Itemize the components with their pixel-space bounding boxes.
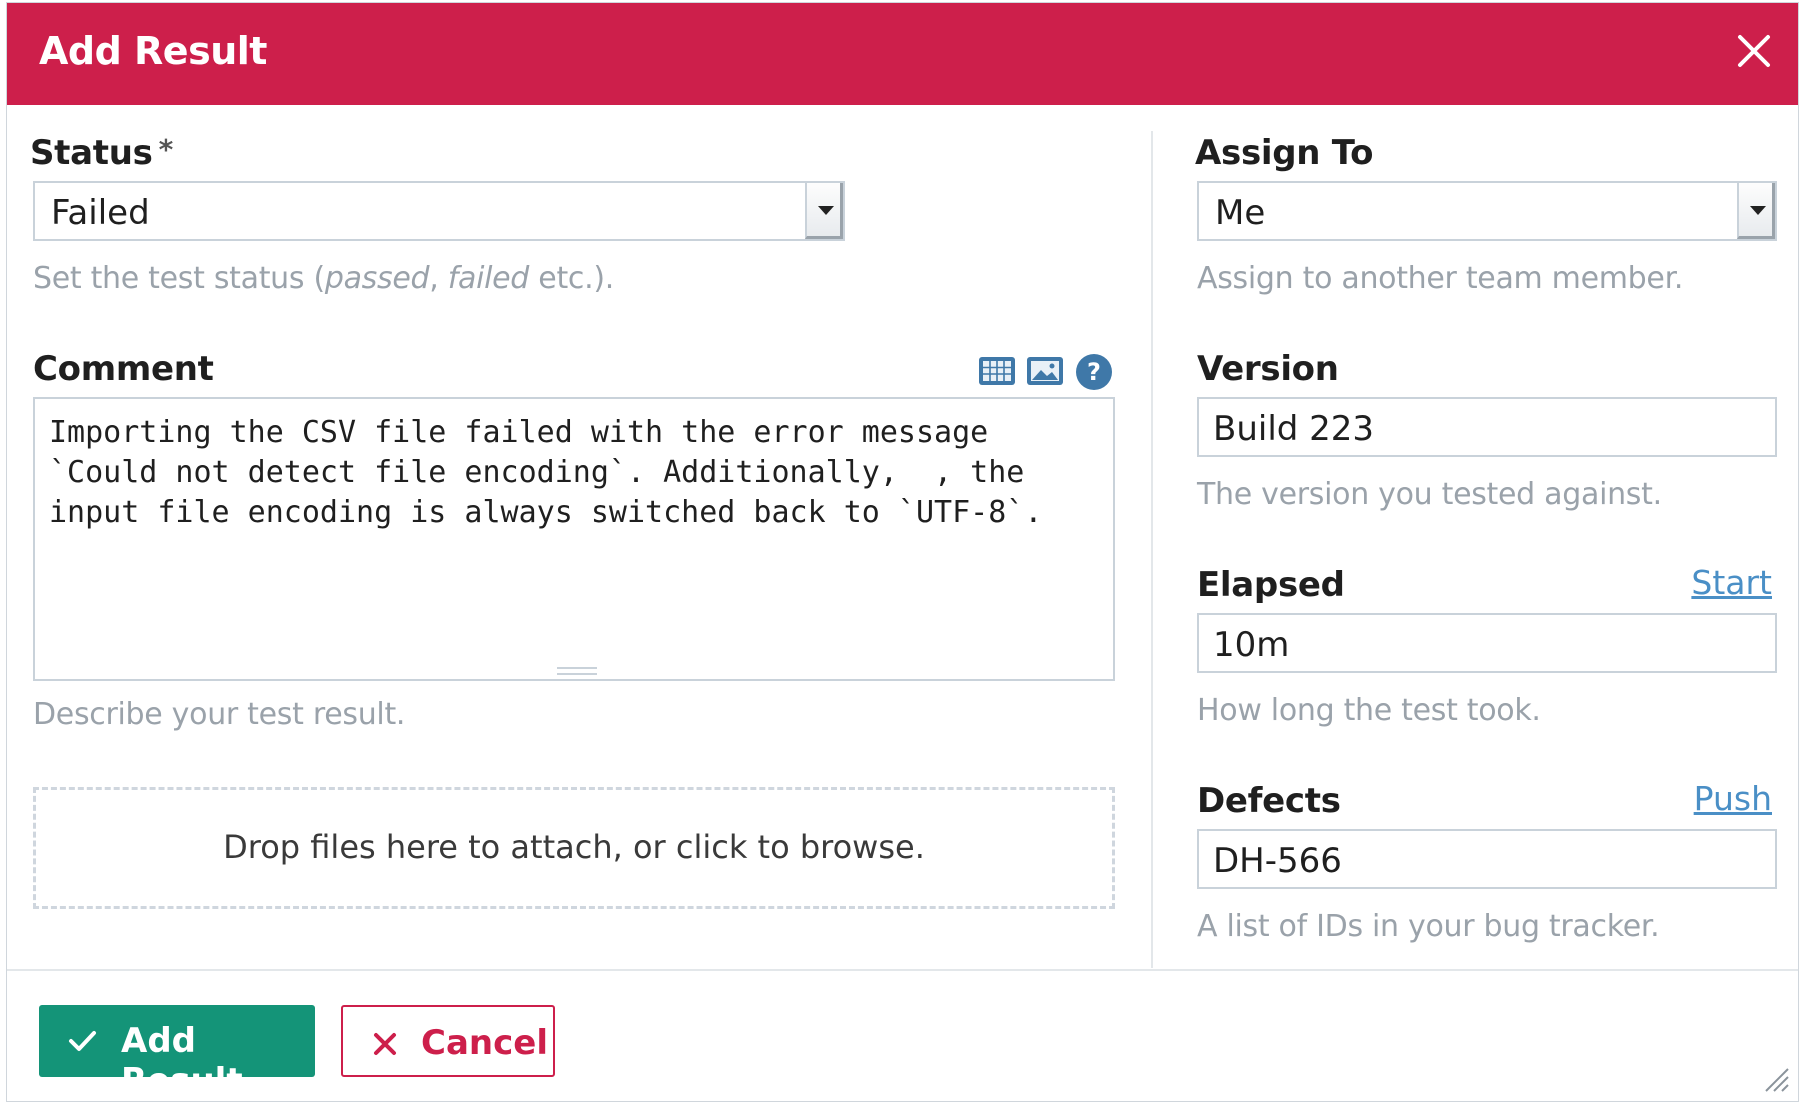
dialog-resize-handle[interactable] <box>1760 1063 1790 1093</box>
elapsed-hint: How long the test took. <box>1197 693 1541 728</box>
comment-label: Comment <box>33 349 214 389</box>
version-hint: The version you tested against. <box>1197 477 1662 512</box>
status-hint-suffix: etc.). <box>529 261 614 296</box>
required-mark: * <box>158 133 174 166</box>
status-hint: Set the test status (passed, failed etc.… <box>33 261 614 296</box>
assign-to-select[interactable]: Me <box>1197 181 1777 241</box>
assign-to-label: Assign To <box>1195 133 1374 173</box>
image-icon[interactable] <box>1025 353 1065 389</box>
status-label: Status * <box>30 133 173 173</box>
elapsed-input-value: 10m <box>1213 625 1290 665</box>
version-input[interactable]: Build 223 <box>1197 397 1777 457</box>
cancel-button-label: Cancel <box>421 1023 548 1063</box>
check-icon <box>67 1025 97 1065</box>
comment-hint: Describe your test result. <box>33 697 406 732</box>
status-label-text: Status <box>30 133 153 173</box>
column-divider <box>1151 131 1153 968</box>
defects-input[interactable]: DH-566 <box>1197 829 1777 889</box>
close-icon <box>371 1027 399 1067</box>
elapsed-label: Elapsed <box>1197 565 1345 605</box>
chevron-down-icon[interactable] <box>1737 183 1775 239</box>
svg-text:?: ? <box>1087 358 1101 386</box>
cancel-button[interactable]: Cancel <box>341 1005 555 1077</box>
status-select-value: Failed <box>51 193 150 233</box>
elapsed-input[interactable]: 10m <box>1197 613 1777 673</box>
chevron-down-icon[interactable] <box>805 183 843 239</box>
add-result-button[interactable]: Add Result <box>39 1005 315 1101</box>
push-defect-link[interactable]: Push <box>1694 779 1772 818</box>
help-icon[interactable]: ? <box>1075 353 1113 390</box>
status-hint-failed: failed <box>447 261 530 296</box>
assign-to-hint: Assign to another team member. <box>1197 261 1684 296</box>
version-label: Version <box>1197 349 1339 389</box>
add-result-dialog: Add Result Status * Failed Set the test s… <box>6 2 1799 1102</box>
status-hint-sep: , <box>429 261 448 296</box>
comment-text[interactable]: Importing the CSV file failed with the e… <box>49 413 1089 533</box>
footer-divider <box>7 969 1798 971</box>
defects-label: Defects <box>1197 781 1341 821</box>
defects-hint: A list of IDs in your bug tracker. <box>1197 909 1660 944</box>
textarea-resize-handle[interactable] <box>557 667 597 675</box>
start-timer-link[interactable]: Start <box>1691 563 1772 602</box>
defects-input-value: DH-566 <box>1213 841 1342 881</box>
comment-textarea[interactable]: Importing the CSV file failed with the e… <box>33 397 1115 681</box>
dialog-header: Add Result <box>7 3 1798 105</box>
status-select[interactable]: Failed <box>33 181 845 241</box>
status-hint-prefix: Set the test status <box>33 261 314 296</box>
close-icon[interactable] <box>1734 31 1774 71</box>
add-result-button-label: Add Result <box>121 1021 243 1101</box>
file-dropzone[interactable]: Drop files here to attach, or click to b… <box>33 787 1115 909</box>
dropzone-text: Drop files here to attach, or click to b… <box>223 828 925 866</box>
version-input-value: Build 223 <box>1213 409 1375 449</box>
dialog-title: Add Result <box>39 29 267 73</box>
table-icon[interactable] <box>977 353 1017 389</box>
status-hint-passed: passed <box>324 261 430 296</box>
assign-to-select-value: Me <box>1215 193 1266 233</box>
